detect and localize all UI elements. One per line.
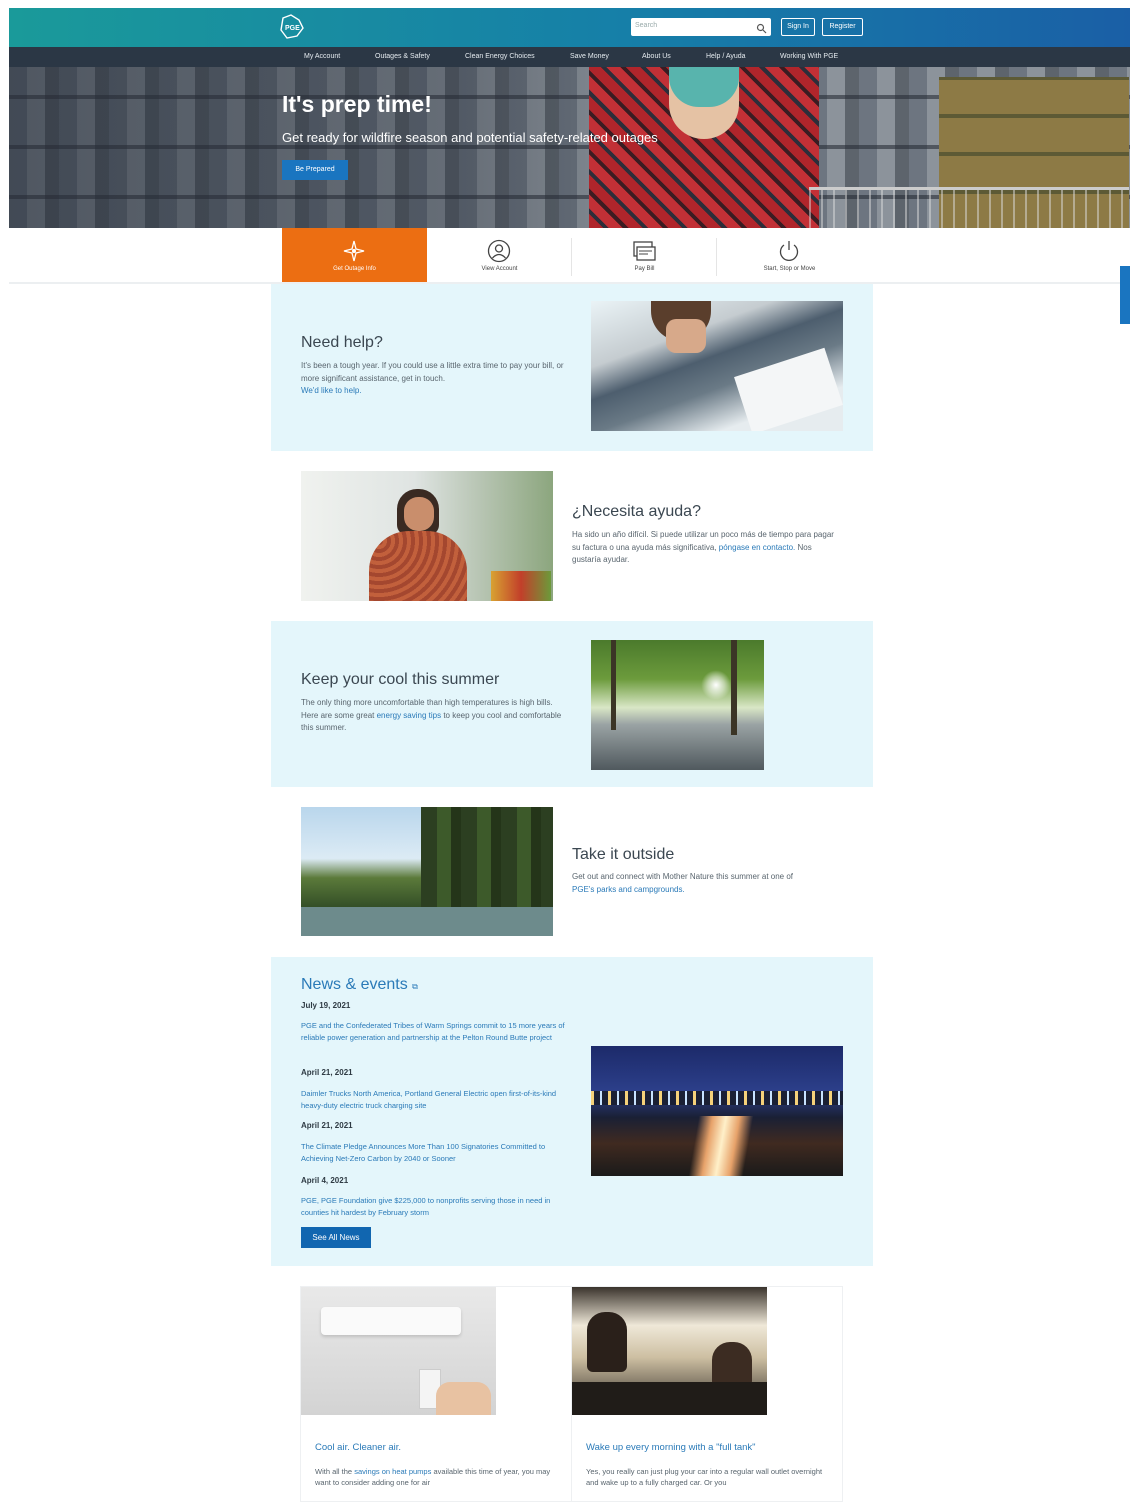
quick-links-bar: Get Outage Info View Account Pay Bill St…	[282, 228, 860, 282]
see-all-news-button[interactable]: See All News	[301, 1227, 371, 1248]
keep-cool-section: Keep your cool this summer The only thin…	[271, 621, 873, 787]
need-help-body: It's been a tough year. If you could use…	[301, 361, 564, 395]
outage-icon	[342, 239, 366, 263]
quick-link-outage[interactable]: Get Outage Info	[282, 228, 427, 282]
necesita-ayuda-section: ¿Necesita ayuda? Ha sido un año difícil.…	[271, 452, 873, 620]
pge-logo-icon[interactable]: PGE	[277, 14, 307, 40]
search-input[interactable]: Search	[631, 18, 771, 36]
keep-cool-heading: Keep your cool this summer	[301, 671, 500, 688]
quick-link-label: Start, Stop or Move	[763, 266, 816, 272]
news-photo	[591, 1046, 843, 1176]
hero-banner: It's prep time! Get ready for wildfire s…	[9, 67, 1130, 228]
nav-about-us[interactable]: About Us	[642, 53, 671, 60]
card-title[interactable]: Wake up every morning with a "full tank"	[586, 1442, 756, 1453]
search-placeholder: Search	[635, 22, 658, 29]
nav-my-account[interactable]: My Account	[304, 53, 340, 60]
svg-text:PGE: PGE	[285, 25, 300, 32]
necesita-ayuda-body: Ha sido un año difícil. Si puede utiliza…	[572, 530, 834, 564]
feedback-tab[interactable]	[1120, 266, 1130, 324]
take-it-outside-heading: Take it outside	[572, 846, 675, 863]
search-icon[interactable]	[756, 21, 767, 34]
parks-campgrounds-link[interactable]: PGE's parks and campgrounds.	[572, 885, 685, 894]
need-help-section: Need help? It's been a tough year. If yo…	[271, 284, 873, 451]
quick-link-label: View Account	[481, 266, 518, 272]
external-link-icon: ⧉	[412, 982, 418, 991]
take-it-outside-section: Take it outside Get out and connect with…	[271, 788, 873, 956]
top-header: PGE Search Sign In Register	[9, 8, 1130, 47]
quick-link-pay-bill[interactable]: Pay Bill	[572, 228, 717, 282]
need-help-link[interactable]: We'd like to help.	[301, 386, 362, 395]
need-help-heading: Need help?	[301, 334, 383, 351]
energy-saving-tips-link[interactable]: energy saving tips	[377, 711, 441, 720]
news-item-link[interactable]: PGE, PGE Foundation give $225,000 to non…	[301, 1195, 573, 1219]
take-it-outside-body: Get out and connect with Mother Nature t…	[572, 872, 793, 894]
account-icon	[487, 239, 511, 263]
bill-icon	[632, 239, 656, 263]
heat-pump-photo	[301, 1287, 496, 1415]
news-date: April 21, 2021	[301, 1068, 353, 1077]
nav-working-with-pge[interactable]: Working With PGE	[780, 53, 838, 60]
need-help-photo	[591, 301, 843, 431]
take-it-outside-photo	[301, 807, 553, 936]
power-icon	[777, 239, 801, 263]
card-body: With all the savings on heat pumps avail…	[315, 1467, 551, 1487]
news-events-section: News & events ⧉ July 19, 2021 PGE and th…	[271, 957, 873, 1266]
news-item-link[interactable]: The Climate Pledge Announces More Than 1…	[301, 1141, 573, 1165]
news-date: April 21, 2021	[301, 1121, 353, 1130]
register-button[interactable]: Register	[822, 18, 863, 36]
quick-link-start-stop-move[interactable]: Start, Stop or Move	[717, 228, 862, 282]
news-heading[interactable]: News & events ⧉	[301, 976, 418, 994]
sign-in-button[interactable]: Sign In	[781, 18, 815, 36]
nav-help-ayuda[interactable]: Help / Ayuda	[706, 53, 746, 60]
hero-title: It's prep time!	[282, 91, 432, 117]
news-item-link[interactable]: Daimler Trucks North America, Portland G…	[301, 1088, 573, 1112]
ev-charging-card[interactable]: Wake up every morning with a "full tank"…	[571, 1286, 843, 1502]
news-date: April 4, 2021	[301, 1176, 349, 1185]
ev-charging-photo	[572, 1287, 767, 1415]
nav-save-money[interactable]: Save Money	[570, 53, 609, 60]
quick-link-account[interactable]: View Account	[427, 228, 572, 282]
nav-clean-energy[interactable]: Clean Energy Choices	[465, 53, 535, 60]
heat-pumps-link[interactable]: savings on heat pumps	[354, 1467, 431, 1476]
necesita-ayuda-photo	[301, 471, 553, 601]
card-title[interactable]: Cool air. Cleaner air.	[315, 1442, 401, 1453]
be-prepared-button[interactable]: Be Prepared	[282, 160, 348, 180]
main-nav: My Account Outages & Safety Clean Energy…	[9, 47, 1130, 67]
quick-link-label: Pay Bill	[634, 266, 655, 272]
keep-cool-body: The only thing more uncomfortable than h…	[301, 698, 562, 732]
keep-cool-photo	[591, 640, 764, 770]
heat-pump-card[interactable]: Cool air. Cleaner air. With all the savi…	[300, 1286, 572, 1502]
necesita-ayuda-heading: ¿Necesita ayuda?	[572, 503, 701, 520]
news-date: July 19, 2021	[301, 1001, 351, 1010]
quick-link-label: Get Outage Info	[333, 266, 376, 272]
nav-outages-safety[interactable]: Outages & Safety	[375, 53, 430, 60]
card-body: Yes, you really can just plug your car i…	[586, 1467, 823, 1487]
hero-subtitle: Get ready for wildfire season and potent…	[282, 130, 658, 145]
necesita-ayuda-link[interactable]: póngase en contacto.	[719, 543, 796, 552]
news-item-link[interactable]: PGE and the Confederated Tribes of Warm …	[301, 1020, 573, 1044]
